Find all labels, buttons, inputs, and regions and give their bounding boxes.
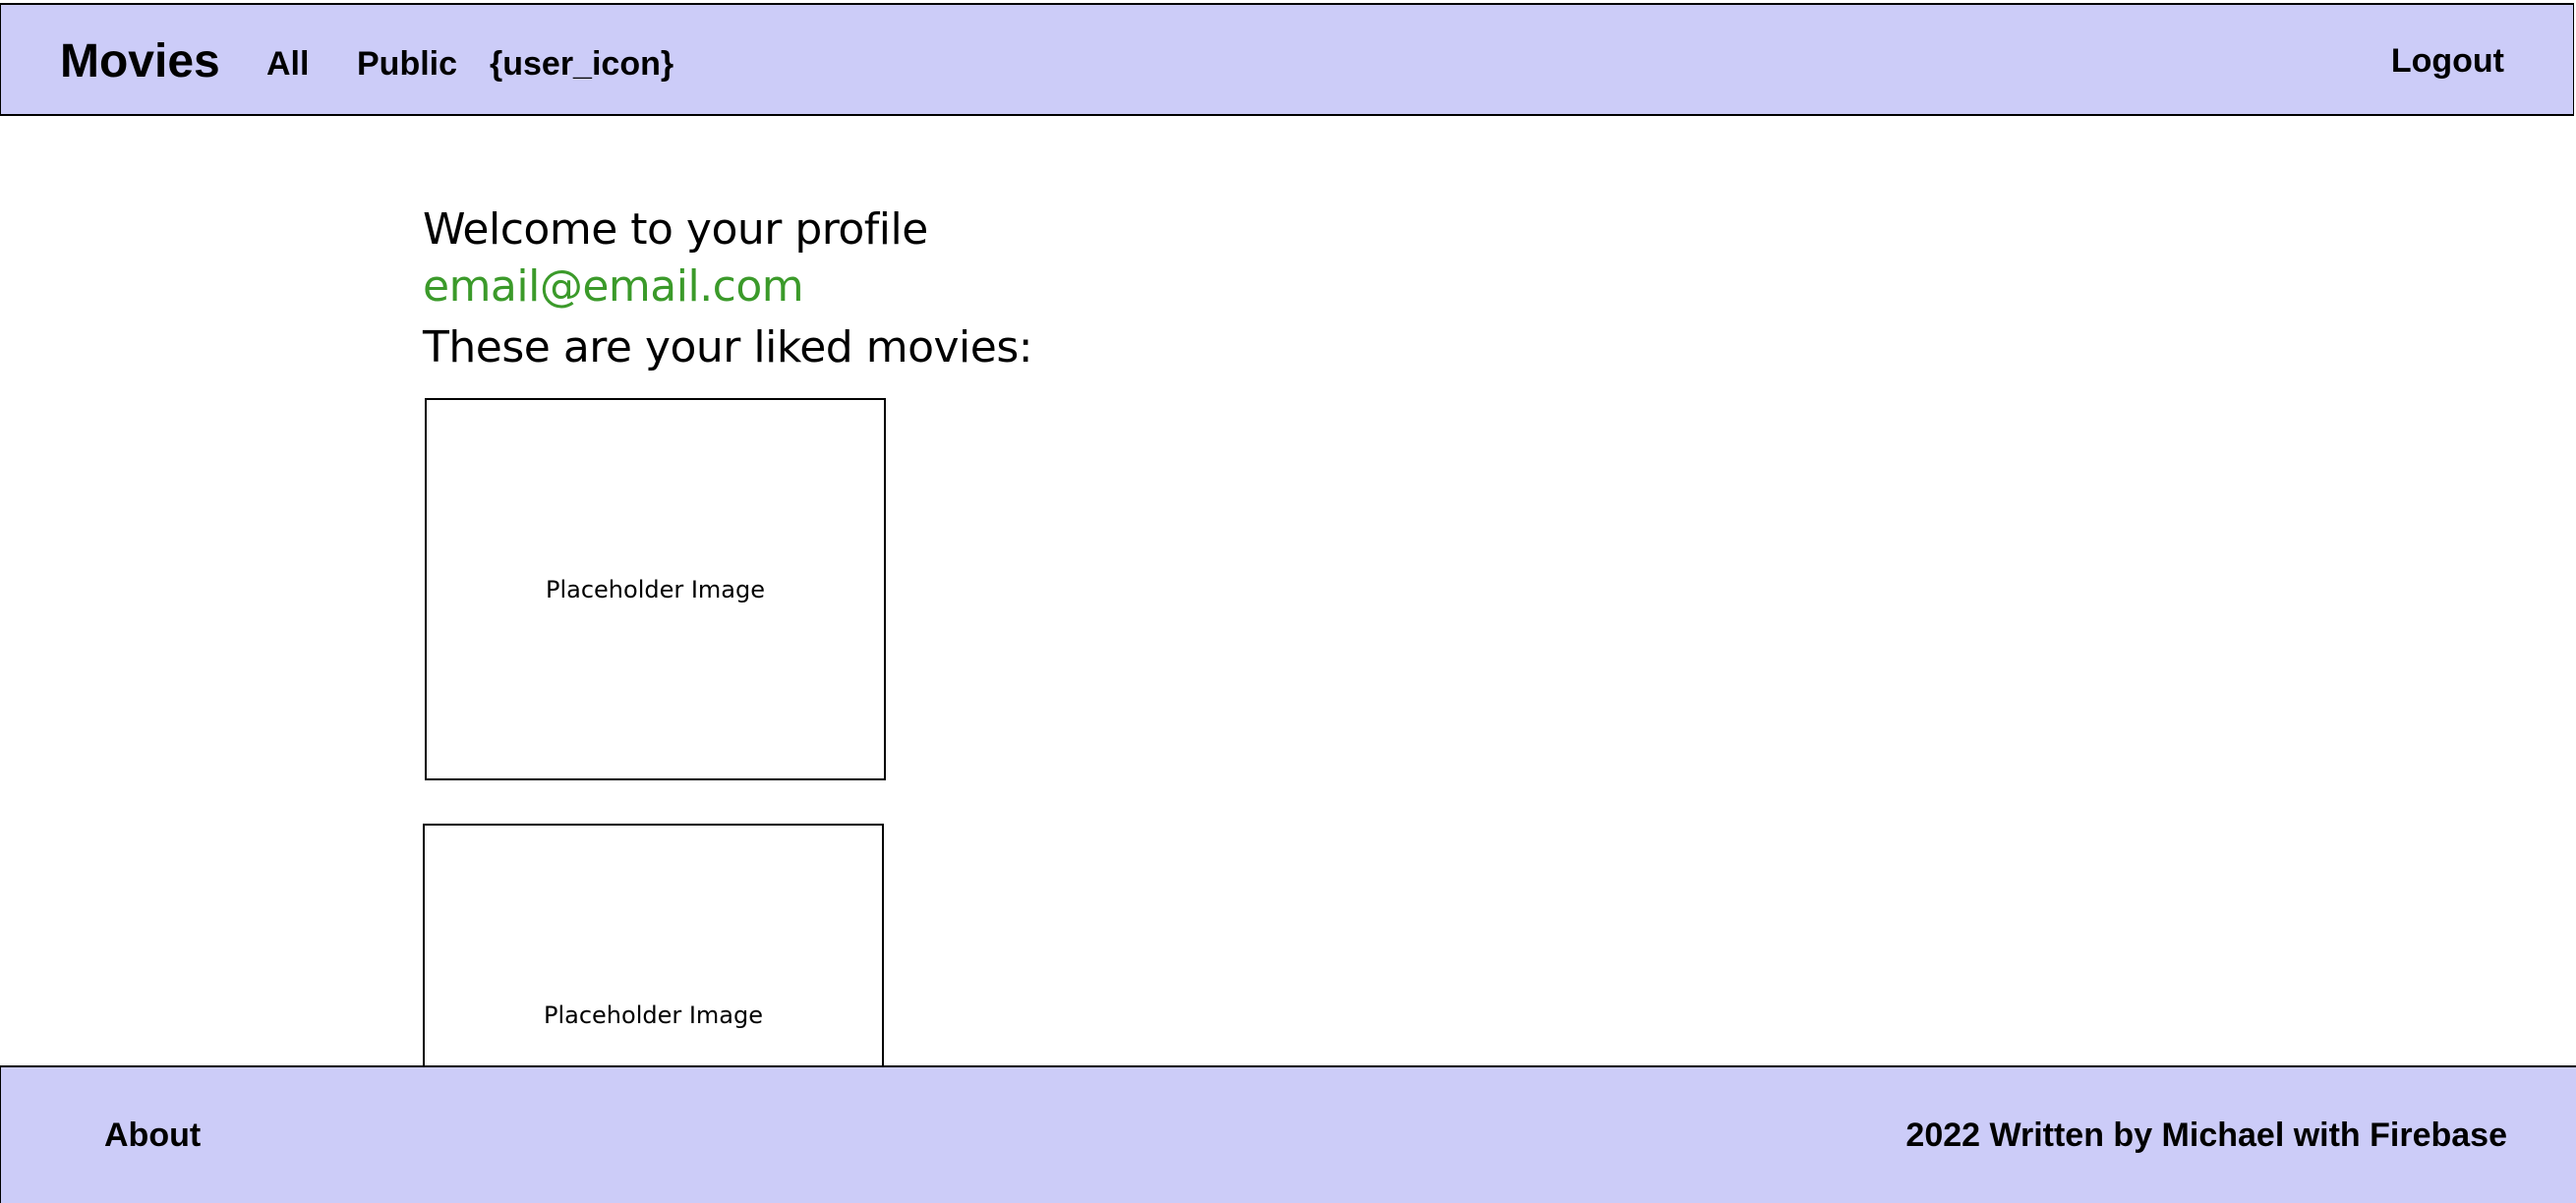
logout-button[interactable]: Logout	[2391, 5, 2504, 118]
user-email: email@email.com	[423, 261, 804, 312]
liked-movie-card[interactable]: Placeholder Image	[425, 398, 886, 780]
brand-link[interactable]: Movies	[60, 5, 220, 118]
nav-user-icon-link[interactable]: {user_icon}	[490, 5, 673, 124]
footer-credit: 2022 Written by Michael with Firebase	[1905, 1117, 2507, 1154]
footer-bar: About 2022 Written by Michael with Fireb…	[0, 1065, 2576, 1203]
profile-section: Welcome to your profile email@email.com …	[423, 201, 1996, 380]
welcome-heading: Welcome to your profile	[423, 204, 928, 255]
nav-public-link[interactable]: Public	[357, 5, 457, 124]
placeholder-image-label: Placeholder Image	[543, 1001, 764, 1029]
about-link[interactable]: About	[104, 1067, 201, 1203]
nav-all-link[interactable]: All	[266, 5, 309, 124]
placeholder-image-label: Placeholder Image	[545, 575, 766, 603]
liked-movies-heading: These are your liked movies:	[423, 322, 1033, 372]
top-navbar: Movies All Public {user_icon} Logout	[0, 3, 2574, 116]
